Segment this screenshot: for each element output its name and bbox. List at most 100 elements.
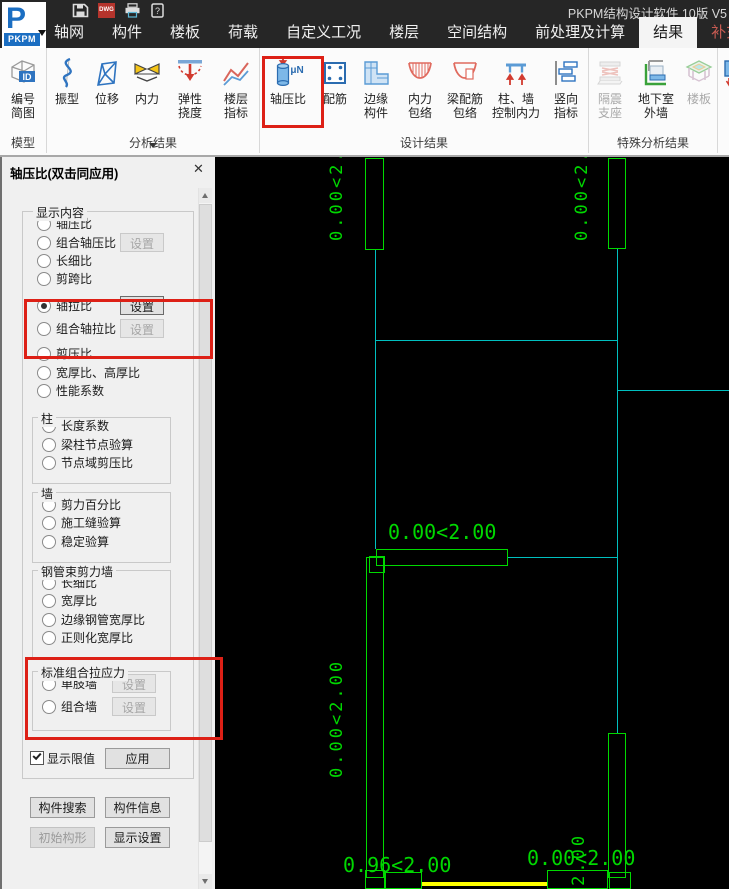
radio-icon[interactable] — [37, 235, 51, 250]
radio-construction-joint-check[interactable]: 施工缝验算 — [42, 515, 121, 530]
selected-member-highlight[interactable] — [422, 882, 547, 886]
reinforcement-icon — [321, 54, 349, 92]
radio-label: 组合轴拉比 — [56, 322, 117, 336]
btn-beam-rebar-envelope[interactable]: 梁配筋 包络 — [442, 48, 488, 138]
cad-canvas[interactable]: 0.00<2.00 0.00<2.00 0.00<2.00 0.00<2.00 … — [215, 157, 729, 889]
settings-button: 设置 — [112, 697, 156, 716]
radio-icon[interactable] — [42, 593, 56, 608]
radio-icon[interactable] — [37, 365, 51, 380]
ribbon-item-label: 振型 — [54, 92, 79, 106]
print-icon[interactable] — [124, 3, 141, 18]
elastic-deflection-icon — [175, 54, 205, 92]
panel-scrollbar[interactable] — [198, 188, 212, 889]
tab-load[interactable]: 荷载 — [214, 17, 272, 48]
btn-mode-shape[interactable]: 振型 — [47, 48, 157, 148]
btn-column-wall-control-force[interactable]: 柱、墙 控制内力 — [488, 48, 544, 138]
btn-reinforcement[interactable]: 配筋 — [316, 48, 354, 138]
column-outline[interactable] — [608, 158, 626, 249]
close-icon[interactable]: ✕ — [193, 161, 204, 177]
tab-custom-case[interactable]: 自定义工况 — [272, 17, 375, 48]
vertical-index-icon — [552, 54, 580, 92]
radio-icon[interactable] — [37, 298, 51, 313]
tab-supplement[interactable]: 补充 — [697, 17, 729, 48]
help-book-icon[interactable]: ? — [150, 3, 167, 18]
ribbon-group-label: 模型 — [10, 136, 35, 150]
radio-slenderness-ratio[interactable]: 长细比 — [37, 253, 92, 268]
pkpm-logo-icon: P — [6, 2, 27, 35]
btn-force-envelope[interactable]: 内力 包络 — [398, 48, 442, 138]
display-settings-button[interactable]: 显示设置 — [105, 827, 170, 848]
radio-icon[interactable] — [37, 346, 51, 361]
scroll-down-button[interactable] — [199, 874, 212, 889]
dwg-export-icon[interactable]: DWG — [98, 3, 115, 18]
radio-icon[interactable] — [42, 437, 56, 452]
column-outline[interactable] — [365, 158, 384, 250]
radio-icon[interactable] — [42, 515, 56, 530]
radio-shear-span-ratio[interactable]: 剪跨比 — [37, 271, 92, 286]
beam-line[interactable] — [376, 340, 617, 341]
tab-grid[interactable]: 轴网 — [40, 17, 98, 48]
radio-axial-tension-ratio[interactable]: 轴拉比 — [37, 298, 92, 313]
radio-icon[interactable] — [42, 534, 56, 549]
btn-partial-clipped[interactable]: 底 柱 — [718, 48, 729, 138]
radio-icon[interactable] — [37, 321, 51, 336]
radio-icon[interactable] — [42, 630, 56, 645]
radio-combined-wall[interactable]: 组合墙 — [42, 699, 97, 714]
tab-pre-calc[interactable]: 前处理及计算 — [521, 17, 639, 48]
radio-icon[interactable] — [37, 253, 51, 268]
radio-beam-column-joint-check[interactable]: 梁柱节点验算 — [42, 437, 133, 452]
beam-line[interactable] — [618, 390, 729, 391]
ribbon-item-label: 楼板 — [686, 92, 711, 106]
radio-icon[interactable] — [37, 271, 51, 286]
btn-axial-ratio[interactable]: μN 轴压比 — [260, 48, 316, 138]
radio-edge-tube-width-thickness[interactable]: 边缘钢管宽厚比 — [42, 612, 145, 627]
ribbon-item-label: 弹性 — [177, 92, 202, 106]
settings-button[interactable]: 设置 — [120, 296, 164, 315]
save-icon[interactable] — [72, 3, 89, 18]
beam-rebar-envelope-icon — [450, 54, 480, 92]
scroll-up-button[interactable] — [199, 188, 212, 203]
radio-steel-width-thickness-ratio[interactable]: 宽厚比 — [42, 593, 97, 608]
radio-performance-factor[interactable]: 性能系数 — [37, 383, 104, 398]
wall-outline[interactable] — [366, 557, 384, 878]
member-search-button[interactable]: 构件搜索 — [30, 797, 95, 818]
tab-spatial-structure[interactable]: 空间结构 — [433, 17, 521, 48]
radio-combined-axial-tension[interactable]: 组合轴拉比 — [37, 321, 116, 336]
beam-line[interactable] — [375, 250, 376, 549]
tab-results[interactable]: 结果 — [639, 17, 698, 48]
btn-number-diagram[interactable]: ID 编号 简图 — [0, 48, 46, 138]
ribbon-item-label: 边缘 — [363, 92, 388, 106]
beam-line[interactable] — [508, 557, 617, 558]
radio-icon[interactable] — [42, 699, 56, 714]
radio-width-height-thickness-ratio[interactable]: 宽厚比、高厚比 — [37, 365, 140, 380]
radio-icon[interactable] — [42, 612, 56, 627]
radio-label: 长度系数 — [61, 419, 110, 433]
btn-vertical-index[interactable]: 竖向 指标 — [544, 48, 588, 138]
radio-icon[interactable] — [37, 383, 51, 398]
ratio-value-label: 0.96<2.00 — [343, 853, 452, 877]
tab-story[interactable]: 楼层 — [375, 17, 433, 48]
btn-elastic-deflection[interactable]: 弹性 挠度 — [167, 48, 213, 138]
radio-combined-axial-compression[interactable]: 组合轴压比 — [37, 235, 116, 250]
radio-icon[interactable] — [42, 455, 56, 470]
groupbox-legend: 显示内容 — [33, 204, 88, 221]
wall-outline[interactable] — [376, 549, 508, 566]
radio-normalized-width-thickness[interactable]: 正则化宽厚比 — [42, 630, 133, 645]
btn-floor-index[interactable]: 楼层 指标 — [213, 48, 259, 138]
tab-member[interactable]: 构件 — [98, 17, 156, 48]
btn-displacement[interactable]: 位移 — [87, 48, 127, 138]
wall-joint-outline[interactable] — [609, 872, 631, 889]
btn-basement-wall[interactable]: 地下室 外墙 — [631, 48, 681, 138]
ribbon-item-label: 位移 — [94, 92, 119, 106]
radio-shear-compression-ratio[interactable]: 剪压比 — [37, 346, 92, 361]
btn-internal-force[interactable]: 内力 — [127, 48, 167, 138]
show-limit-checkbox[interactable] — [30, 751, 44, 765]
radio-joint-zone-shear-ratio[interactable]: 节点域剪压比 — [42, 455, 133, 470]
beam-line[interactable] — [617, 249, 618, 733]
tab-slab[interactable]: 楼板 — [156, 17, 214, 48]
scrollbar-thumb[interactable] — [199, 204, 212, 842]
btn-edge-member[interactable]: 边缘 构件 — [354, 48, 398, 138]
radio-stability-check[interactable]: 稳定验算 — [42, 534, 109, 549]
apply-button[interactable]: 应用 — [105, 748, 170, 769]
member-info-button[interactable]: 构件信息 — [105, 797, 170, 818]
